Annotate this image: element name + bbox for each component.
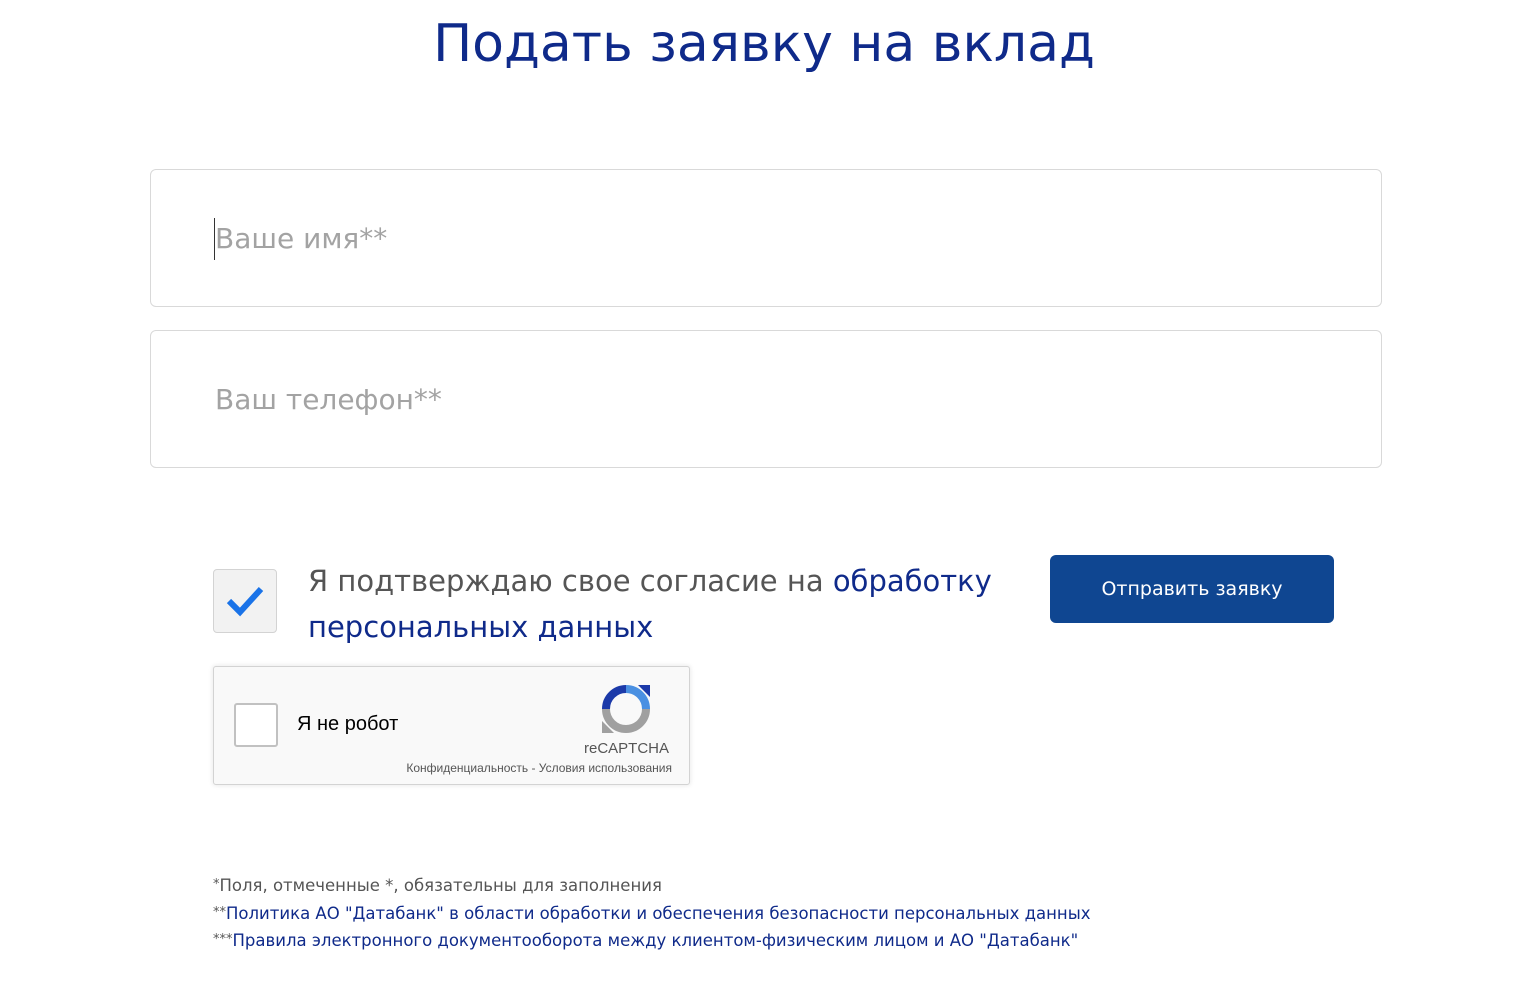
consent-checkbox[interactable] bbox=[213, 569, 277, 633]
edo-rules-link[interactable]: Правила электронного документооборота ме… bbox=[233, 931, 1079, 950]
consent-label: Я подтверждаю свое согласие на bbox=[308, 564, 833, 598]
recaptcha-separator: - bbox=[528, 761, 539, 775]
recaptcha-label: Я не робот bbox=[297, 713, 399, 735]
phone-input[interactable] bbox=[215, 331, 1315, 467]
recaptcha-brand: reCAPTCHA bbox=[583, 740, 669, 757]
footnote-mark: *** bbox=[213, 932, 233, 947]
recaptcha-links: Конфиденциальность - Условия использован… bbox=[406, 761, 672, 775]
footnote-edo: ***Правила электронного документооборота… bbox=[213, 927, 1091, 955]
footnote-required: *Поля, отмеченные *, обязательны для зап… bbox=[213, 872, 1091, 900]
recaptcha-terms-link[interactable]: Условия использования bbox=[539, 761, 672, 775]
consent-text: Я подтверждаю свое согласие на обработку… bbox=[308, 558, 1008, 650]
recaptcha-widget: Я не робот reCAPTCHA Конфиденциальность … bbox=[213, 666, 690, 785]
page-title: Подать заявку на вклад bbox=[433, 14, 1095, 74]
footnote-required-text: Поля, отмеченные *, обязательны для запо… bbox=[219, 876, 662, 895]
footnote-policy: **Политика АО "Датабанк" в области обраб… bbox=[213, 900, 1091, 928]
phone-field[interactable] bbox=[150, 330, 1382, 468]
recaptcha-logo-icon bbox=[602, 685, 650, 733]
footnote-mark: ** bbox=[213, 904, 226, 920]
policy-link[interactable]: Политика АО "Датабанк" в области обработ… bbox=[226, 904, 1091, 923]
name-input[interactable] bbox=[215, 170, 1315, 306]
footnotes: *Поля, отмеченные *, обязательны для зап… bbox=[213, 872, 1091, 955]
recaptcha-checkbox[interactable] bbox=[234, 703, 278, 747]
checkmark-icon bbox=[226, 586, 264, 617]
submit-button[interactable]: Отправить заявку bbox=[1050, 555, 1334, 623]
recaptcha-privacy-link[interactable]: Конфиденциальность bbox=[406, 761, 528, 775]
name-field[interactable] bbox=[150, 169, 1382, 307]
